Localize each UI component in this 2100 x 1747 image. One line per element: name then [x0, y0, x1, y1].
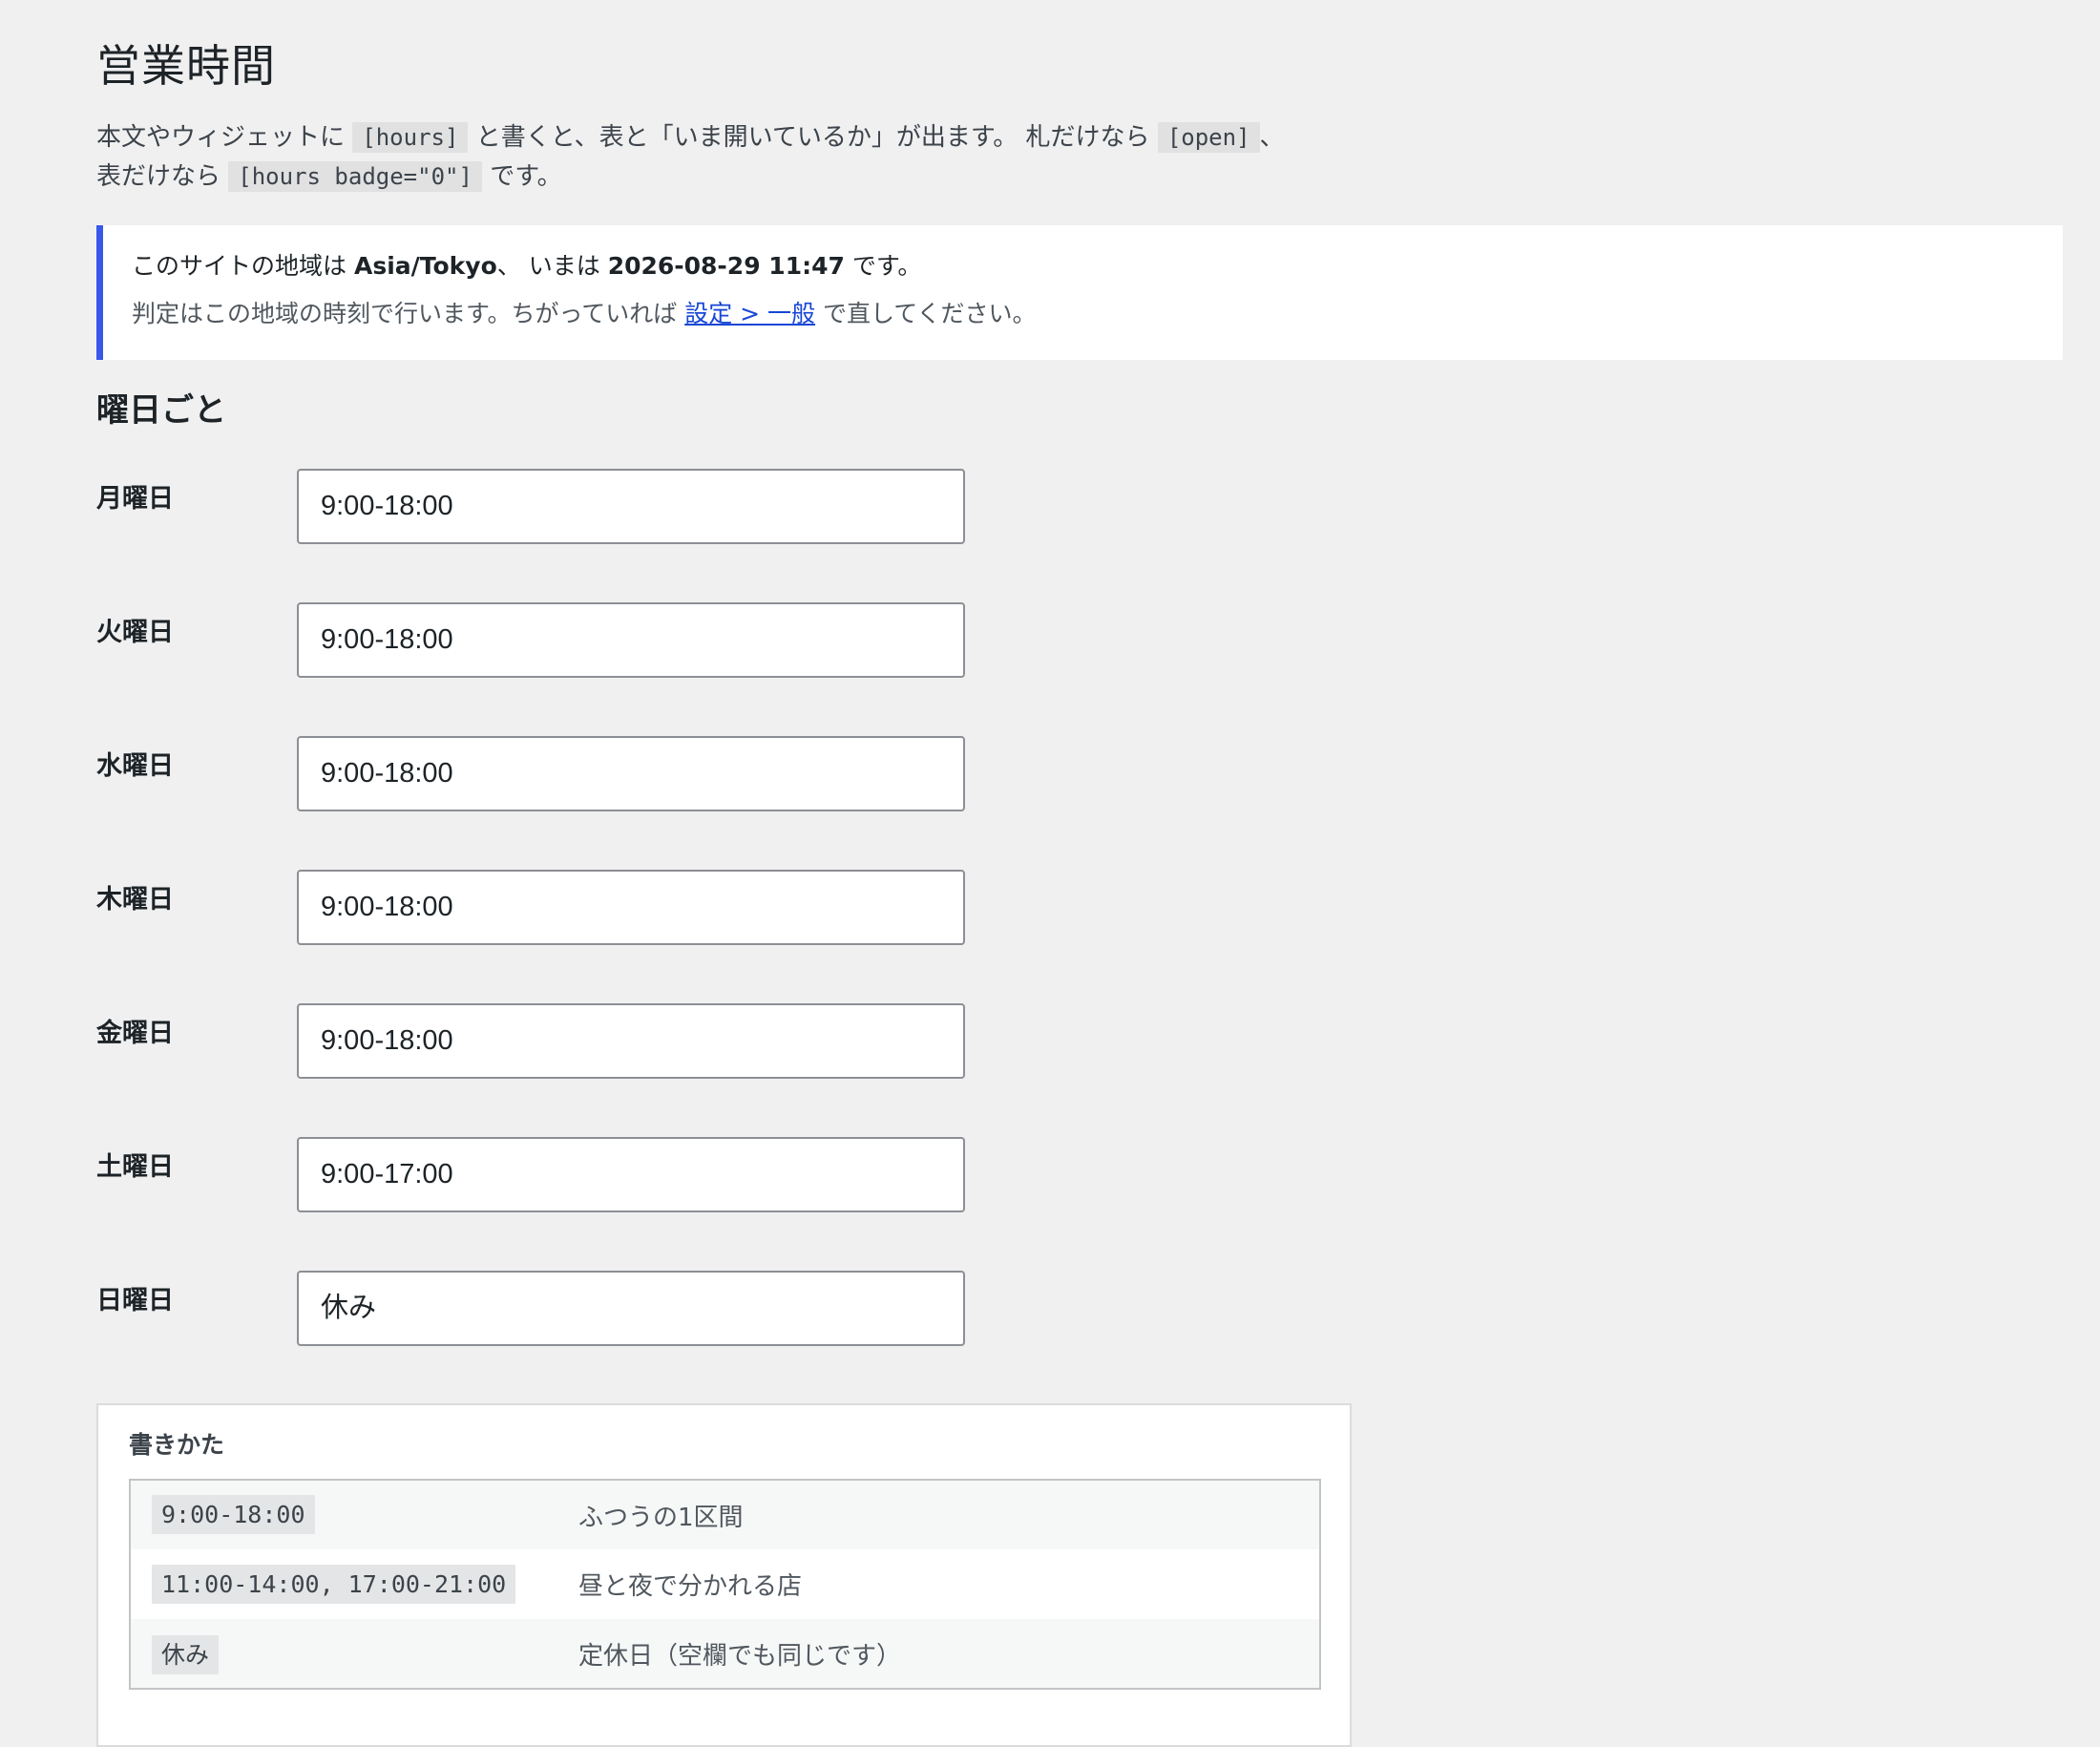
- format-description: 定休日（空欄でも同じです）: [578, 1619, 1320, 1689]
- day-label-tuesday: 火曜日: [96, 618, 174, 647]
- format-help-table: 9:00-18:00 ふつうの1区間 11:00-14:00, 17:00-21…: [129, 1479, 1321, 1690]
- shortcode-open: [open]: [1157, 122, 1260, 153]
- day-row-friday: 金曜日 9:00-18:00: [96, 1003, 2100, 1137]
- day-label-wednesday: 水曜日: [96, 751, 174, 781]
- timezone-help-prefix: 判定はこの地域の時刻で行います。ちがっていれば: [132, 300, 678, 327]
- format-description: 昼と夜で分かれる店: [578, 1549, 1320, 1619]
- format-help-heading: 書きかた: [129, 1431, 225, 1459]
- timezone-value: Asia/Tokyo: [353, 252, 497, 280]
- hours-input-saturday[interactable]: 9:00-17:00: [297, 1137, 965, 1212]
- day-row-wednesday: 水曜日 9:00-18:00: [96, 736, 2100, 870]
- weekly-heading: 曜日ごと: [96, 391, 226, 430]
- day-row-monday: 月曜日 9:00-18:00: [96, 469, 2100, 602]
- format-example-cell: 11:00-14:00, 17:00-21:00: [130, 1549, 578, 1619]
- timezone-help-suffix: で直してください。: [823, 300, 1037, 327]
- day-label-sunday: 日曜日: [96, 1286, 174, 1316]
- hours-input-monday[interactable]: 9:00-18:00: [297, 469, 965, 544]
- intro-text-4: 表だけなら: [96, 162, 221, 191]
- day-label-friday: 金曜日: [96, 1019, 174, 1048]
- day-row-tuesday: 火曜日 9:00-18:00: [96, 602, 2100, 736]
- hours-input-tuesday[interactable]: 9:00-18:00: [297, 602, 965, 678]
- format-example-code: 11:00-14:00, 17:00-21:00: [152, 1564, 516, 1604]
- timezone-suffix: です。: [851, 252, 922, 280]
- format-example-code: 9:00-18:00: [152, 1495, 315, 1534]
- table-row: 11:00-14:00, 17:00-21:00 昼と夜で分かれる店: [130, 1549, 1320, 1619]
- format-example-code: 休み: [152, 1635, 220, 1674]
- table-row: 9:00-18:00 ふつうの1区間: [130, 1480, 1320, 1549]
- shortcode-hours-badge: [hours badge="0"]: [228, 161, 482, 192]
- intro-text-2: と書くと、表と「いま開いているか」が出ます。 札だけなら: [475, 123, 1150, 152]
- timezone-notice: このサイトの地域は Asia/Tokyo、 いまは 2026-08-29 11:…: [96, 225, 2063, 360]
- page-title: 営業時間: [96, 40, 276, 92]
- day-row-saturday: 土曜日 9:00-17:00: [96, 1137, 2100, 1271]
- timezone-help: 判定はこの地域の時刻で行います。ちがっていれば 設定 > 一般 で直してください…: [132, 297, 2034, 330]
- current-time: 2026-08-29 11:47: [607, 252, 845, 280]
- intro-text: 本文やウィジェットに [hours] と書くと、表と「いま開いているか」が出ます…: [96, 118, 2100, 197]
- day-row-sunday: 日曜日 休み: [96, 1271, 2100, 1404]
- timezone-line: このサイトの地域は Asia/Tokyo、 いまは 2026-08-29 11:…: [132, 249, 2034, 283]
- general-settings-link[interactable]: 設定 > 一般: [684, 300, 815, 327]
- day-label-monday: 月曜日: [96, 484, 174, 514]
- table-row: 休み 定休日（空欄でも同じです）: [130, 1619, 1320, 1689]
- weekly-hours-form: 月曜日 9:00-18:00 火曜日 9:00-18:00 水曜日 9:00-1…: [96, 469, 2100, 1404]
- hours-input-friday[interactable]: 9:00-18:00: [297, 1003, 965, 1079]
- format-example-cell: 休み: [130, 1619, 578, 1689]
- intro-text-1: 本文やウィジェットに: [96, 123, 346, 152]
- format-description: ふつうの1区間: [578, 1480, 1320, 1549]
- day-label-thursday: 木曜日: [96, 885, 174, 915]
- hours-input-wednesday[interactable]: 9:00-18:00: [297, 736, 965, 811]
- format-example-cell: 9:00-18:00: [130, 1480, 578, 1549]
- intro-text-5: です。: [490, 162, 562, 191]
- day-label-saturday: 土曜日: [96, 1152, 174, 1182]
- hours-input-sunday[interactable]: 休み: [297, 1271, 965, 1346]
- shortcode-hours: [hours]: [352, 122, 469, 153]
- intro-text-3: 、: [1259, 123, 1285, 152]
- timezone-prefix: このサイトの地域は: [132, 252, 347, 280]
- timezone-mid: 、 いまは: [496, 252, 600, 280]
- format-help-box: 書きかた 9:00-18:00 ふつうの1区間 11:00-14:00, 17:…: [96, 1403, 1352, 1747]
- day-row-thursday: 木曜日 9:00-18:00: [96, 870, 2100, 1003]
- hours-input-thursday[interactable]: 9:00-18:00: [297, 870, 965, 945]
